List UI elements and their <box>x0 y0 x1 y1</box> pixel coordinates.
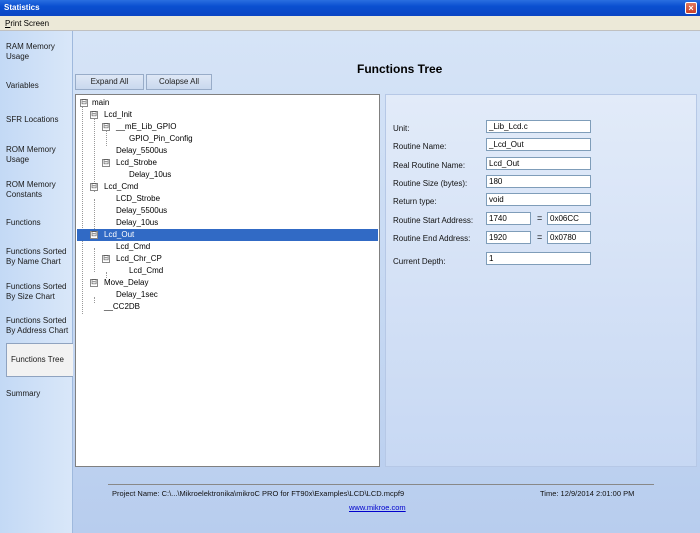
expand-all-button[interactable]: Expand All <box>75 74 144 90</box>
routine-size-label: Routine Size (bytes): <box>393 179 468 188</box>
collapse-icon[interactable]: ⊟ <box>90 183 98 191</box>
window-titlebar: Statistics × <box>0 0 700 16</box>
tree-node-main[interactable]: ⊟ main <box>80 97 109 109</box>
tree-node-lcd-cmd-2[interactable]: Lcd_Cmd <box>116 241 150 253</box>
real-routine-name-label: Real Routine Name: <box>393 161 466 170</box>
tree-node-move-delay[interactable]: ⊟ Move_Delay <box>90 277 148 289</box>
start-address-dec-field[interactable]: 1740 <box>486 212 531 225</box>
main-panel: Functions Tree Expand All Colapse All ⊟ m… <box>73 31 700 533</box>
sidebar-item-ram-memory-usage[interactable]: RAM Memory Usage <box>6 42 72 62</box>
sidebar-item-functions-tree-label: Functions Tree <box>11 355 64 364</box>
menu-print-screen-rest: rint Screen <box>10 19 50 28</box>
unit-field[interactable]: _Lib_Lcd.c <box>486 120 591 133</box>
window-title: Statistics <box>4 3 40 12</box>
menu-bar: Print Screen <box>0 16 700 31</box>
close-button[interactable]: × <box>685 2 697 14</box>
tree-node-delay-5500us[interactable]: Delay_5500us <box>116 145 167 157</box>
close-icon: × <box>688 3 694 13</box>
tree-node-lcd-out[interactable]: ⊟ Lcd_Out <box>77 229 378 241</box>
details-panel: Unit: _Lib_Lcd.c Routine Name: _Lcd_Out … <box>385 94 697 467</box>
collapse-icon[interactable]: ⊟ <box>80 99 88 107</box>
functions-tree[interactable]: ⊟ main ⊟ Lcd_Init ⊟ __mE_Lib_GPIO GPIO_Pin_… <box>75 94 380 467</box>
end-address-dec-field[interactable]: 1920 <box>486 231 531 244</box>
routine-name-field[interactable]: _Lcd_Out <box>486 138 591 151</box>
sidebar-item-rom-memory-usage[interactable]: ROM Memory Usage <box>6 145 72 165</box>
sidebar-item-functions-by-size[interactable]: Functions Sorted By Size Chart <box>6 282 72 302</box>
tree-node-me-lib-gpio[interactable]: ⊟ __mE_Lib_GPIO <box>102 121 176 133</box>
sidebar-item-sfr-locations[interactable]: SFR Locations <box>6 115 72 125</box>
tree-node-lcd-cmd[interactable]: ⊟ Lcd_Cmd <box>90 181 138 193</box>
sidebar-item-rom-memory-constants[interactable]: ROM Memory Constants <box>6 180 72 200</box>
tree-node-delay-1sec[interactable]: Delay_1sec <box>116 289 158 301</box>
tree-node-lcd-strobe[interactable]: ⊟ Lcd_Strobe <box>102 157 157 169</box>
page-title: Functions Tree <box>357 62 443 76</box>
collapse-icon[interactable]: ⊟ <box>90 231 98 239</box>
start-address-hex-field[interactable]: 0x06CC <box>547 212 591 225</box>
tree-node-lcd-strobe-2[interactable]: LCD_Strobe <box>116 193 160 205</box>
return-type-field[interactable]: void <box>486 193 591 206</box>
footer-divider <box>108 484 654 485</box>
end-address-label: Routine End Address: <box>393 234 471 243</box>
sidebar-item-variables[interactable]: Variables <box>6 81 72 91</box>
collapse-icon[interactable]: ⊟ <box>102 255 110 263</box>
tree-node-delay-10us[interactable]: Delay_10us <box>129 169 171 181</box>
tree-node-lcd-init[interactable]: ⊟ Lcd_Init <box>90 109 132 121</box>
end-address-hex-field[interactable]: 0x0780 <box>547 231 591 244</box>
project-name: Project Name: C:\...\Mikroelektronika\mi… <box>112 489 405 498</box>
start-address-equals: = <box>537 213 543 223</box>
start-address-label: Routine Start Address: <box>393 216 474 225</box>
routine-size-field[interactable]: 180 <box>486 175 591 188</box>
collapse-icon[interactable]: ⊟ <box>90 111 98 119</box>
routine-name-label: Routine Name: <box>393 142 447 151</box>
sidebar-item-functions-by-address[interactable]: Functions Sorted By Address Chart <box>6 316 72 336</box>
menu-print-screen[interactable]: Print Screen <box>5 19 49 28</box>
collapse-icon[interactable]: ⊟ <box>102 123 110 131</box>
current-depth-field[interactable]: 1 <box>486 252 591 265</box>
return-type-label: Return type: <box>393 197 437 206</box>
tree-node-cc2db[interactable]: __CC2DB <box>104 301 140 313</box>
mikroe-link[interactable]: www.mikroe.com <box>349 503 406 512</box>
sidebar-item-functions-by-name[interactable]: Functions Sorted By Name Chart <box>6 247 72 267</box>
timestamp: Time: 12/9/2014 2:01:00 PM <box>540 489 635 498</box>
sidebar-item-functions[interactable]: Functions <box>6 218 72 228</box>
tree-node-delay-10us-2[interactable]: Delay_10us <box>116 217 158 229</box>
real-routine-name-field[interactable]: Lcd_Out <box>486 157 591 170</box>
end-address-equals: = <box>537 232 543 242</box>
tree-node-lcd-chr-cp[interactable]: ⊟ Lcd_Chr_CP <box>102 253 162 265</box>
unit-label: Unit: <box>393 124 410 133</box>
sidebar-item-summary[interactable]: Summary <box>6 389 72 399</box>
collapse-all-button[interactable]: Colapse All <box>146 74 212 90</box>
sidebar: RAM Memory Usage Variables SFR Locations… <box>0 31 73 533</box>
collapse-icon[interactable]: ⊟ <box>90 279 98 287</box>
tree-node-delay-5500us-2[interactable]: Delay_5500us <box>116 205 167 217</box>
tree-node-gpio-pin-config[interactable]: GPIO_Pin_Config <box>129 133 193 145</box>
collapse-icon[interactable]: ⊟ <box>102 159 110 167</box>
current-depth-label: Current Depth: <box>393 257 446 266</box>
sidebar-item-functions-tree[interactable]: Functions Tree <box>6 343 73 377</box>
tree-node-lcd-cmd-3[interactable]: Lcd_Cmd <box>129 265 163 277</box>
